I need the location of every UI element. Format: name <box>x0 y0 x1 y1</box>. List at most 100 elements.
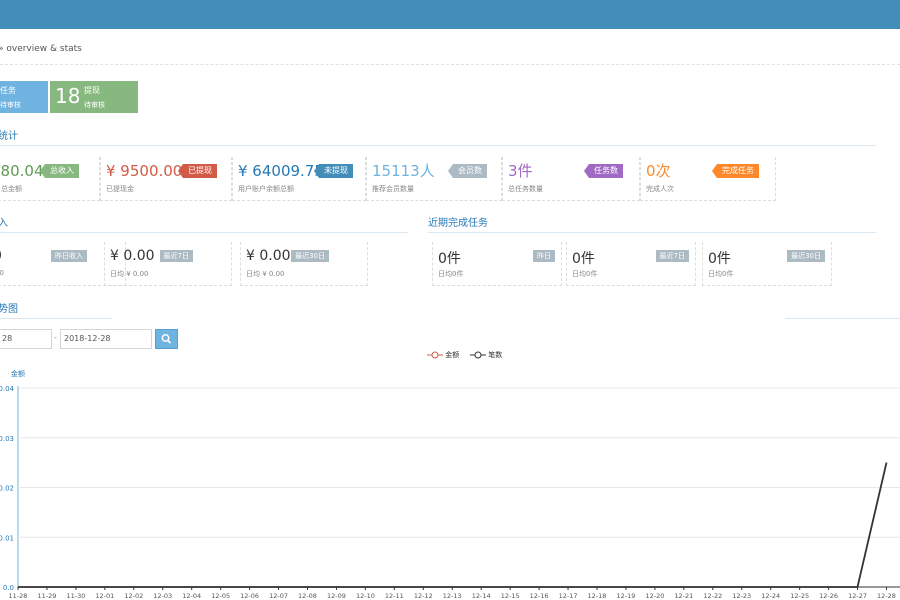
x-tick-label: 12-26 <box>819 592 838 600</box>
top-navbar <box>0 0 900 29</box>
breadcrumb: » overview & stats <box>0 44 82 54</box>
summary-card-value: 480.04 <box>0 162 44 180</box>
y-tick-label: 0.02 <box>0 485 14 493</box>
search-icon <box>161 334 172 344</box>
tile-sub: 待审核 <box>0 101 21 109</box>
income-section-title: 入 <box>0 218 8 229</box>
start-date-input[interactable]: 28 <box>0 329 52 349</box>
income-card-value: 0 <box>0 248 2 264</box>
summary-card-badge: 会员数 <box>448 164 487 178</box>
x-tick-label: 12-17 <box>559 592 578 600</box>
search-button[interactable] <box>155 329 178 349</box>
x-tick-label: 12-20 <box>645 592 664 600</box>
income-card-value: ¥ 0.00 <box>110 248 155 264</box>
income-card[interactable]: ¥ 0.00 日均 ¥ 0.00 最近30日 <box>240 242 368 286</box>
trend-chart: 0.0 0.01 0.02 0.03 0.04 11-28 11-29 11-30 12-01… <box>0 385 900 600</box>
legend-amount[interactable]: 金额 <box>427 350 459 360</box>
summary-card-badge: 未提现 <box>314 164 353 178</box>
x-tick-label: 12-09 <box>327 592 346 600</box>
summary-card[interactable]: 0次完成人次 完成任务 <box>640 157 776 201</box>
x-tick-label: 12-11 <box>385 592 404 600</box>
series-line-count <box>18 462 888 588</box>
section-divider <box>0 318 112 319</box>
summary-card[interactable]: 3件总任务数量 任务数 <box>502 157 640 201</box>
task-card[interactable]: 0件 日均0件 最近30日 <box>702 242 832 286</box>
x-tick-label: 11-29 <box>38 592 57 600</box>
pending-task-tile[interactable]: 任务 待审核 <box>0 81 48 113</box>
section-divider <box>0 145 876 146</box>
summary-card-value: 0次 <box>646 162 671 180</box>
x-tick-label: 12-01 <box>95 592 114 600</box>
x-tick-label: 12-16 <box>530 592 549 600</box>
x-tick-label: 12-15 <box>501 592 520 600</box>
task-card-value: 0件 <box>572 251 595 267</box>
task-card-caption: 日均0件 <box>572 270 598 278</box>
summary-card-value: 3件 <box>508 162 533 180</box>
summary-card-caption: 已提现金 <box>106 185 134 193</box>
summary-card-caption: 推荐会员数量 <box>372 185 414 193</box>
x-tick-label: 12-08 <box>298 592 317 600</box>
income-card-value: ¥ 0.00 <box>246 248 291 264</box>
task-card-value: 0件 <box>438 251 461 267</box>
task-card-tag: 昨日 <box>533 250 555 262</box>
income-card-tag: 昨日收入 <box>51 250 87 262</box>
income-card-caption: 日均 ¥ 0.00 <box>110 270 149 278</box>
x-tick-label: 12-25 <box>790 592 809 600</box>
summary-card-badge: 完成任务 <box>712 164 759 178</box>
legend-count-label: 笔数 <box>488 351 503 359</box>
summary-card-value: 15113人 <box>372 162 435 180</box>
tile-sub: 待审核 <box>84 101 105 109</box>
income-card[interactable]: ¥ 0.00 日均 ¥ 0.00 最近7日 <box>104 242 232 286</box>
x-tick-label: 12-06 <box>240 592 259 600</box>
end-date-input[interactable]: 2018-12-28 <box>60 329 152 349</box>
chart-section-title: 势图 <box>0 304 18 315</box>
x-tick-label: 12-03 <box>153 592 172 600</box>
breadcrumb-divider <box>0 64 900 65</box>
summary-card-caption: 总金额 <box>1 185 22 193</box>
summary-card-caption: 完成人次 <box>646 185 674 193</box>
x-tick-label: 12-02 <box>124 592 143 600</box>
y-axis-label: 金额 <box>11 370 25 378</box>
section-divider <box>428 232 876 233</box>
date-range-separator: - <box>54 333 57 342</box>
x-tick-label: 12-27 <box>848 592 867 600</box>
x-tick-label: 11-30 <box>66 592 85 600</box>
x-tick-label: 12-23 <box>732 592 751 600</box>
summary-card-caption: 总任务数量 <box>508 185 543 193</box>
summary-card-value: ¥ 9500.00 <box>106 162 183 180</box>
legend-count[interactable]: 笔数 <box>470 350 502 360</box>
summary-card-value: ¥ 64009.75 <box>238 162 324 180</box>
task-card-caption: 日均0件 <box>438 270 464 278</box>
income-card-caption: 00 <box>0 269 4 277</box>
summary-card[interactable]: 480.04 总金额 总收入 <box>0 157 100 201</box>
series-line-amount <box>18 462 888 588</box>
y-tick-label: 0.01 <box>0 534 14 542</box>
task-card[interactable]: 0件 日均0件 最近7日 <box>566 242 696 286</box>
summary-card-badge: 总收入 <box>40 164 79 178</box>
pending-withdraw-tile[interactable]: 18 提现 待审核 <box>50 81 138 113</box>
x-tick-label: 12-05 <box>211 592 230 600</box>
x-tick-label: 12-28 <box>877 592 896 600</box>
summary-card[interactable]: ¥ 64009.75 用户账户余额总额 未提现 <box>232 157 366 201</box>
legend-amount-label: 金额 <box>445 351 460 359</box>
x-tick-label: 12-13 <box>443 592 462 600</box>
summary-section-title: 统计 <box>0 131 18 142</box>
summary-card[interactable]: ¥ 9500.00 已提现金 已提现 <box>100 157 232 201</box>
x-tick-label: 12-10 <box>356 592 375 600</box>
income-card-tag: 最近30日 <box>291 250 329 262</box>
tile-title: 任务 <box>0 86 16 95</box>
legend-count-marker-icon <box>470 351 486 359</box>
x-tick-label: 11-28 <box>9 592 28 600</box>
income-card-tag: 最近7日 <box>159 250 193 262</box>
y-tick-label: 0.03 <box>0 435 14 443</box>
x-tick-label: 12-19 <box>617 592 636 600</box>
summary-card[interactable]: 15113人推荐会员数量 会员数 <box>366 157 502 201</box>
task-card-caption: 日均0件 <box>708 270 734 278</box>
task-card[interactable]: 0件日均0件 昨日 <box>432 242 562 286</box>
legend-amount-marker-icon <box>427 351 443 359</box>
task-card-value: 0件 <box>708 251 731 267</box>
tile-number: 18 <box>55 84 81 108</box>
summary-card-badge: 任务数 <box>584 164 623 178</box>
x-tick-label: 12-18 <box>588 592 607 600</box>
x-tick-label: 12-24 <box>761 592 780 600</box>
